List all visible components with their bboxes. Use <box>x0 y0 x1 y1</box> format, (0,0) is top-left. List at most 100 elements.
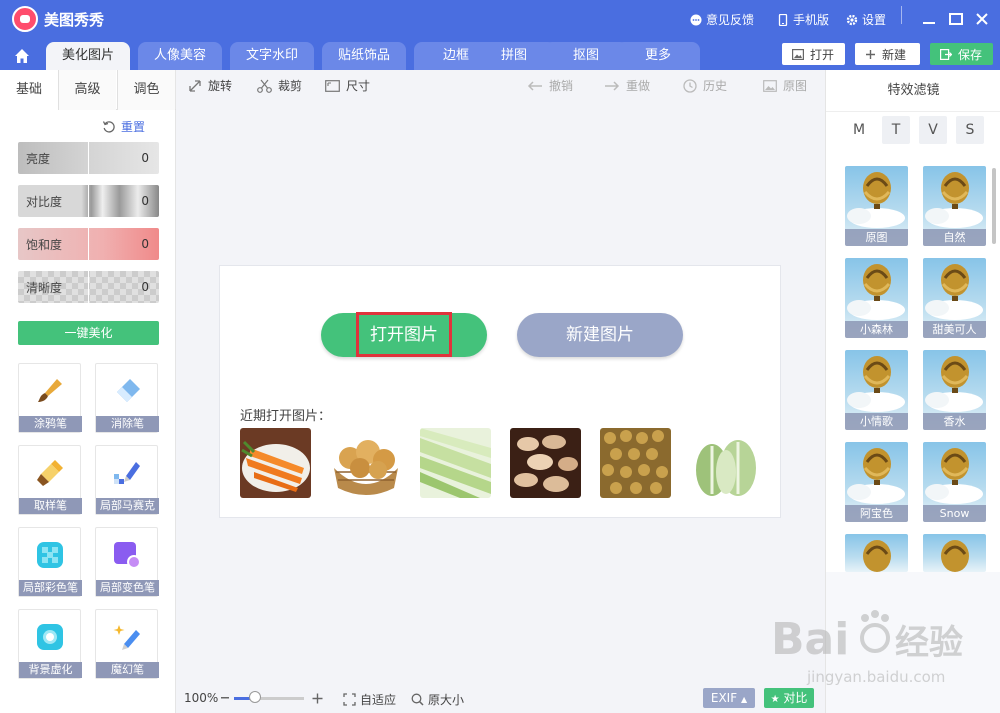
subtab-basic[interactable]: 基础 <box>0 70 58 110</box>
mosaic-tool[interactable]: 局部马赛克 <box>95 445 159 515</box>
eraser-pen-tool[interactable]: 消除笔 <box>95 363 159 433</box>
contrast-slider[interactable]: 对比度 0 <box>18 185 159 217</box>
home-tab[interactable] <box>4 42 40 70</box>
filter-snow[interactable]: Snow <box>923 442 986 522</box>
settings-label: 设置 <box>862 13 887 27</box>
filter-sweet[interactable]: 甜美可人 <box>923 258 986 338</box>
filter-abao-label: 阿宝色 <box>845 505 908 522</box>
original-button[interactable]: 原图 <box>763 77 807 94</box>
balloon-icon <box>847 172 905 228</box>
saturation-label: 饱和度 <box>26 237 63 252</box>
filter-perfume[interactable]: 香水 <box>923 350 986 430</box>
scissors-icon <box>257 79 272 93</box>
original-label: 原图 <box>783 79 808 93</box>
filter-abao[interactable]: 阿宝色 <box>845 442 908 522</box>
tab-more[interactable]: 更多 <box>616 42 700 70</box>
filter-category-t[interactable]: T <box>882 116 910 144</box>
filter-love-song[interactable]: 小情歌 <box>845 350 908 430</box>
sample-pen-label: 取样笔 <box>19 498 82 514</box>
resize-icon <box>325 79 340 92</box>
filter-sweet-label: 甜美可人 <box>923 321 986 338</box>
partial-color-pen-tool[interactable]: 局部彩色笔 <box>18 527 82 597</box>
zoom-out-icon[interactable] <box>221 697 229 700</box>
adjust-subtabs: 基础 高级 调色 <box>0 70 176 110</box>
redo-button[interactable]: 重做 <box>604 77 650 94</box>
open-button[interactable]: 打开 <box>782 43 845 65</box>
zoom-in-icon[interactable] <box>312 693 323 704</box>
doodle-pen-tool[interactable]: 涂鸦笔 <box>18 363 82 433</box>
tab-text-watermark[interactable]: 文字水印 <box>230 42 314 70</box>
feedback-button[interactable]: 意见反馈 <box>690 11 754 28</box>
chat-icon <box>690 14 702 25</box>
brightness-value: 0 <box>141 151 149 165</box>
new-image-button[interactable]: 新建图片 <box>517 313 683 357</box>
save-button[interactable]: 保存 <box>930 43 993 65</box>
tab-stickers[interactable]: 贴纸饰品 <box>322 42 406 70</box>
maximize-icon[interactable] <box>947 10 965 28</box>
brush-icon <box>38 379 62 402</box>
magic-pen-tool[interactable]: 魔幻笔 <box>95 609 159 679</box>
background-blur-tool[interactable]: 背景虚化 <box>18 609 82 679</box>
sharpness-slider[interactable]: 清晰度 0 <box>18 271 159 303</box>
balloon-icon <box>847 448 905 504</box>
saturation-value: 0 <box>141 237 149 251</box>
mobile-button[interactable]: 手机版 <box>777 11 829 28</box>
one-key-beautify-button[interactable]: 一键美化 <box>18 321 159 345</box>
brightness-label: 亮度 <box>26 151 51 166</box>
filter-natural[interactable]: 自然 <box>923 166 986 246</box>
settings-button[interactable]: 设置 <box>846 11 886 28</box>
recent-thumb-peanuts[interactable] <box>510 428 581 498</box>
undo-button[interactable]: 撤销 <box>527 77 573 94</box>
filter-category-s[interactable]: S <box>956 116 984 144</box>
start-panel: 打开图片 新建图片 近期打开图片： <box>219 265 781 518</box>
partial-recolor-pen-label: 局部变色笔 <box>96 580 159 596</box>
saturation-slider[interactable]: 饱和度 0 <box>18 228 159 260</box>
history-button[interactable]: 历史 <box>683 77 727 94</box>
mosaic-pen-icon <box>114 462 140 484</box>
filter-panel-title: 特效滤镜 <box>826 70 1000 112</box>
partial-recolor-pen-tool[interactable]: 局部变色笔 <box>95 527 159 597</box>
exif-button[interactable]: EXIF ▲ <box>703 688 755 708</box>
zoom-percent: 100% <box>184 691 219 705</box>
mosaic-label: 局部马赛克 <box>96 498 159 514</box>
filter-scrollbar[interactable] <box>992 168 996 244</box>
open-image-button[interactable]: 打开图片 <box>321 312 487 357</box>
reset-button[interactable]: 重置 <box>102 118 145 135</box>
subtab-color[interactable]: 调色 <box>117 70 175 110</box>
filter-little-forest[interactable]: 小森林 <box>845 258 908 338</box>
filter-next-2[interactable] <box>923 534 986 572</box>
brightness-slider[interactable]: 亮度 0 <box>18 142 159 174</box>
balloon-icon <box>925 172 983 228</box>
balloon-icon <box>847 356 905 412</box>
recent-thumb-cabbage[interactable] <box>690 428 761 498</box>
crop-button[interactable]: 裁剪 <box>257 77 302 94</box>
minimize-icon[interactable] <box>920 10 938 28</box>
filter-original[interactable]: 原图 <box>845 166 908 246</box>
sample-pen-tool[interactable]: 取样笔 <box>18 445 82 515</box>
recent-thumb-carrots[interactable] <box>240 428 311 498</box>
app-logo-icon <box>12 6 38 32</box>
recent-thumb-small-potatoes[interactable] <box>600 428 671 498</box>
recent-thumb-lettuce-stems[interactable] <box>420 428 491 498</box>
recent-thumb-potatoes[interactable] <box>330 428 401 498</box>
crop-label: 裁剪 <box>278 79 303 93</box>
tab-beautify[interactable]: 美化图片 <box>46 42 130 70</box>
balloon-icon <box>925 448 983 504</box>
filter-category-m[interactable]: M <box>845 116 873 144</box>
left-panel: 基础 高级 调色 重置 亮度 0 对比度 0 饱和度 0 清晰度 0 一键美化 … <box>0 70 176 713</box>
caret-up-icon: ▲ <box>740 695 748 704</box>
fit-button[interactable]: 自适应 <box>343 691 396 708</box>
new-button[interactable]: 新建 <box>855 43 920 65</box>
size-button[interactable]: 尺寸 <box>325 77 370 94</box>
zoom-slider[interactable] <box>234 697 304 700</box>
filter-next-1[interactable] <box>845 534 908 572</box>
filter-list: M T V S 原图 自然 小森林 甜美可人 小情歌 香水 阿宝色 Snow <box>826 112 1000 572</box>
subtab-advanced[interactable]: 高级 <box>58 70 116 110</box>
zoom-slider-handle[interactable] <box>249 691 261 703</box>
rotate-button[interactable]: 旋转 <box>188 77 232 94</box>
filter-category-v[interactable]: V <box>919 116 947 144</box>
tab-portrait[interactable]: 人像美容 <box>138 42 222 70</box>
color-swatch-icon <box>37 542 63 568</box>
close-icon[interactable] <box>973 10 991 28</box>
actual-size-button[interactable]: 原大小 <box>411 691 464 708</box>
